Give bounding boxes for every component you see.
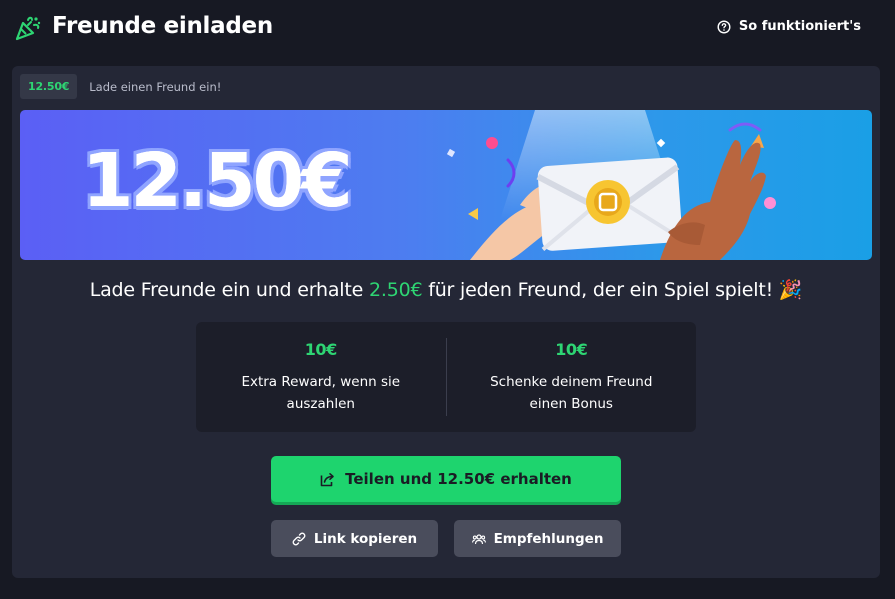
- headline-suffix: für jeden Freund, der ein Spiel spielt! …: [422, 279, 803, 301]
- users-icon: [471, 533, 486, 544]
- headline-prefix: Lade Freunde ein und erhalte: [89, 279, 369, 301]
- share-button[interactable]: Teilen und 12.50€ erhalten: [271, 456, 621, 502]
- headline: Lade Freunde ein und erhalte 2.50€ für j…: [12, 278, 880, 301]
- reward-description: Schenke deinem Freund einen Bonus: [490, 374, 653, 412]
- banner-amount: 12.50€: [82, 138, 353, 224]
- copy-link-label: Link kopieren: [313, 530, 418, 547]
- rewards-panel: 10€ Extra Reward, wenn sie auszahlen 10€…: [196, 322, 696, 432]
- link-icon: [292, 532, 306, 545]
- recommendations-button[interactable]: Empfehlungen: [454, 520, 621, 557]
- copy-link-button[interactable]: Link kopieren: [271, 520, 438, 557]
- reward-description: Extra Reward, wenn sie auszahlen: [241, 374, 401, 412]
- invite-card: 12.50€ Lade einen Freund ein! 12.50€ Lad…: [12, 66, 880, 578]
- how-it-works-label: So funktioniert's: [738, 19, 861, 34]
- invite-banner: 12.50€: [20, 110, 872, 260]
- page-header: Freunde einladen So funktioniert's: [0, 0, 895, 58]
- how-it-works-link[interactable]: So funktioniert's: [717, 19, 861, 34]
- reward-extra: 10€ Extra Reward, wenn sie auszahlen: [196, 322, 446, 432]
- question-circle-icon: [717, 19, 731, 34]
- reward-value: 10€: [304, 340, 337, 359]
- reward-friend-bonus: 10€ Schenke deinem Freund einen Bonus: [447, 322, 697, 432]
- page-title: Freunde einladen: [52, 13, 273, 39]
- invite-badge-row: 12.50€ Lade einen Freund ein!: [20, 74, 221, 99]
- badge-text: Lade einen Freund ein!: [89, 79, 222, 94]
- banner-illustration: [446, 110, 776, 260]
- share-button-label: Teilen und 12.50€ erhalten: [345, 470, 572, 488]
- amount-badge: 12.50€: [20, 74, 78, 99]
- reward-value: 10€: [555, 340, 588, 359]
- recommendations-label: Empfehlungen: [493, 530, 604, 547]
- share-arrow-icon: [320, 472, 334, 486]
- party-popper-icon: [15, 16, 41, 41]
- headline-amount: 2.50€: [368, 279, 423, 301]
